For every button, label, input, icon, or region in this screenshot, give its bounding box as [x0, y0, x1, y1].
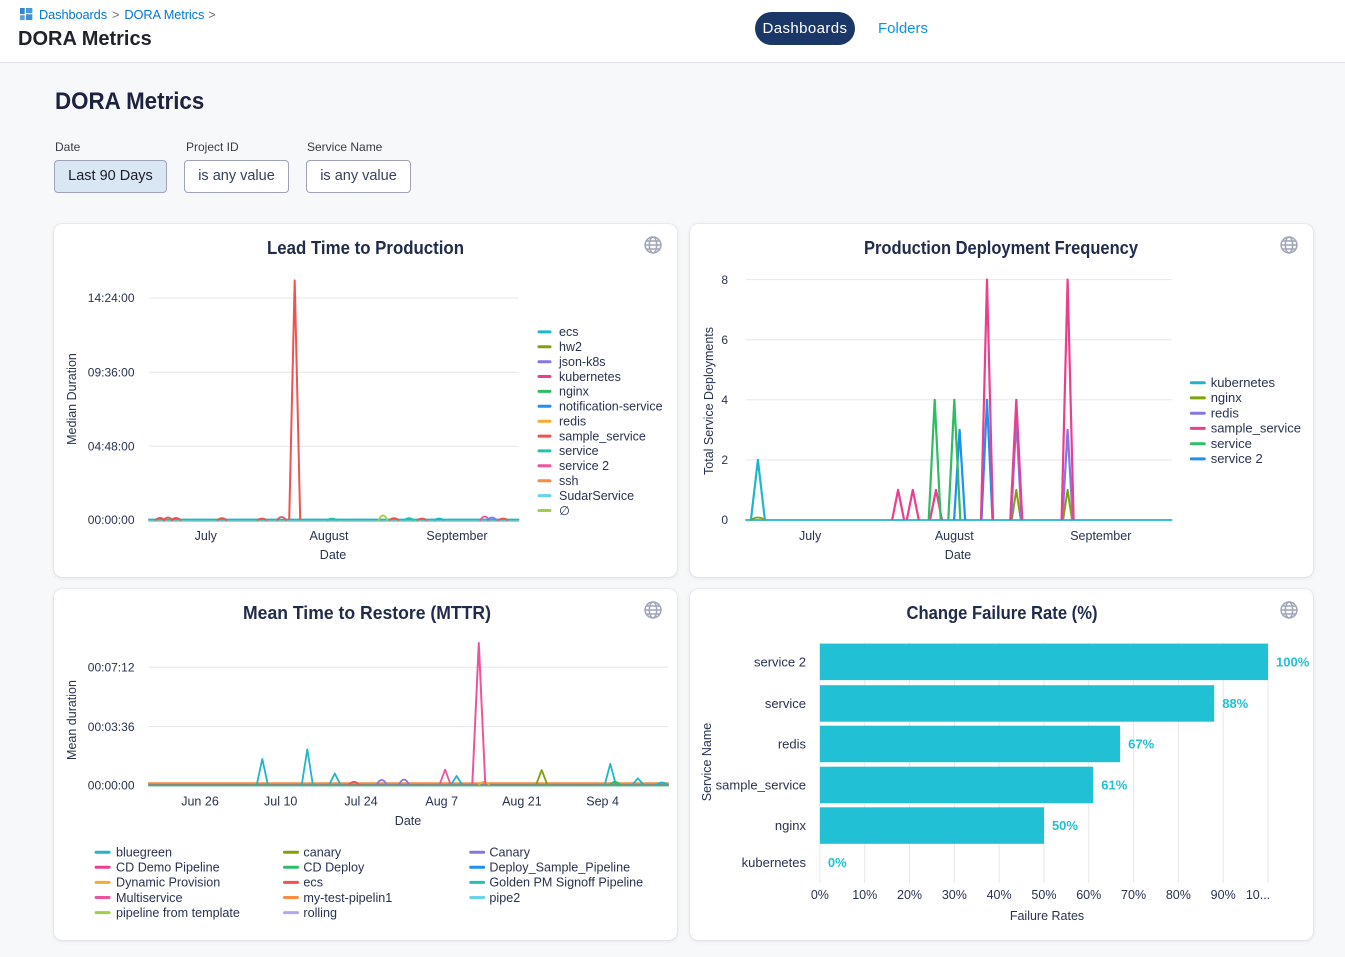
svg-text:hw2: hw2 [559, 340, 582, 354]
svg-text:kubernetes: kubernetes [742, 855, 807, 870]
svg-text:Service Name: Service Name [700, 723, 714, 802]
svg-text:Multiservice: Multiservice [116, 891, 182, 905]
svg-text:my-test-pipelin1: my-test-pipelin1 [303, 891, 392, 905]
svg-text:8: 8 [721, 273, 728, 287]
svg-text:2: 2 [721, 453, 728, 467]
svg-text:nginx: nginx [775, 818, 807, 833]
svg-text:20%: 20% [897, 888, 922, 902]
svg-text:service: service [765, 696, 806, 711]
svg-text:50%: 50% [1031, 888, 1056, 902]
svg-text:kubernetes: kubernetes [1211, 375, 1276, 390]
svg-text:sample_service: sample_service [1211, 421, 1301, 436]
svg-text:notification-service: notification-service [559, 400, 663, 414]
svg-text:service 2: service 2 [754, 654, 806, 669]
svg-text:json-k8s: json-k8s [558, 355, 606, 369]
svg-text:Change Failure Rate (%): Change Failure Rate (%) [907, 603, 1098, 623]
svg-text:September: September [426, 529, 487, 543]
svg-text:Jul 10: Jul 10 [264, 795, 297, 809]
svg-text:67%: 67% [1128, 736, 1154, 751]
svg-text:Mean Time to Restore (MTTR): Mean Time to Restore (MTTR) [243, 603, 491, 623]
svg-text:July: July [799, 529, 822, 543]
svg-text:Lead Time to Production: Lead Time to Production [267, 238, 464, 258]
svg-text:Date: Date [395, 814, 421, 828]
svg-text:90%: 90% [1211, 888, 1236, 902]
svg-text:00:07:12: 00:07:12 [88, 660, 135, 674]
svg-text:00:00:00: 00:00:00 [88, 779, 135, 793]
svg-text:0%: 0% [811, 888, 829, 902]
svg-text:00:03:36: 00:03:36 [88, 720, 135, 734]
svg-text:∅: ∅ [559, 504, 570, 518]
svg-text:service 2: service 2 [1211, 451, 1263, 466]
svg-text:ecs: ecs [303, 876, 323, 890]
svg-text:30%: 30% [942, 888, 967, 902]
svg-text:0: 0 [721, 513, 728, 527]
svg-text:nginx: nginx [559, 385, 590, 399]
svg-text:Jun 26: Jun 26 [181, 795, 219, 809]
svg-text:09:36:00: 09:36:00 [88, 366, 135, 380]
svg-text:Golden PM Signoff Pipeline: Golden PM Signoff Pipeline [489, 876, 643, 890]
svg-text:14:24:00: 14:24:00 [88, 291, 135, 305]
svg-text:pipeline from template: pipeline from template [116, 906, 240, 920]
svg-text:Sep 4: Sep 4 [586, 795, 619, 809]
svg-text:SudarService: SudarService [559, 489, 634, 503]
svg-text:redis: redis [778, 736, 807, 751]
svg-text:Canary: Canary [489, 846, 530, 860]
svg-text:service: service [1211, 436, 1252, 451]
svg-text:July: July [195, 529, 218, 543]
svg-text:Production Deployment Frequenc: Production Deployment Frequency [864, 238, 1138, 258]
svg-text:sample_service: sample_service [716, 777, 806, 792]
svg-text:04:48:00: 04:48:00 [88, 439, 135, 453]
svg-text:kubernetes: kubernetes [559, 370, 621, 384]
svg-text:Total Service Deployments: Total Service Deployments [702, 327, 716, 475]
svg-text:61%: 61% [1101, 777, 1127, 792]
svg-text:Median Duration: Median Duration [65, 353, 79, 445]
svg-text:70%: 70% [1121, 888, 1146, 902]
svg-text:Deploy_Sample_Pipeline: Deploy_Sample_Pipeline [489, 861, 630, 875]
svg-text:August: August [935, 529, 974, 543]
svg-text:50%: 50% [1052, 818, 1078, 833]
svg-text:100%: 100% [1276, 654, 1310, 669]
svg-text:pipe2: pipe2 [489, 891, 520, 905]
svg-text:Date: Date [320, 548, 346, 562]
svg-text:80%: 80% [1166, 888, 1191, 902]
svg-text:ecs: ecs [559, 325, 578, 339]
svg-text:40%: 40% [987, 888, 1012, 902]
svg-text:service 2: service 2 [559, 459, 609, 473]
svg-text:0%: 0% [828, 855, 847, 870]
svg-text:sample_service: sample_service [559, 429, 646, 443]
svg-text:CD Demo Pipeline: CD Demo Pipeline [116, 861, 220, 875]
svg-text:10...: 10... [1246, 888, 1270, 902]
svg-text:bluegreen: bluegreen [116, 846, 172, 860]
svg-text:redis: redis [1211, 405, 1240, 420]
svg-text:60%: 60% [1076, 888, 1101, 902]
svg-text:ssh: ssh [559, 474, 579, 488]
svg-text:nginx: nginx [1211, 390, 1243, 405]
svg-text:Aug 7: Aug 7 [425, 795, 458, 809]
svg-text:10%: 10% [852, 888, 877, 902]
svg-text:00:00:00: 00:00:00 [88, 513, 135, 527]
svg-text:Dynamic Provision: Dynamic Provision [116, 876, 220, 890]
svg-text:Mean duration: Mean duration [65, 680, 79, 760]
svg-text:service: service [559, 444, 599, 458]
svg-text:August: August [310, 529, 349, 543]
svg-text:rolling: rolling [303, 906, 337, 920]
svg-text:September: September [1070, 529, 1131, 543]
svg-text:6: 6 [721, 333, 728, 347]
svg-text:canary: canary [303, 846, 342, 860]
svg-text:Aug 21: Aug 21 [502, 795, 542, 809]
svg-text:redis: redis [559, 414, 586, 428]
svg-text:Jul 24: Jul 24 [344, 795, 377, 809]
svg-text:Failure Rates: Failure Rates [1010, 909, 1084, 923]
svg-text:88%: 88% [1222, 696, 1248, 711]
svg-text:CD Deploy: CD Deploy [303, 861, 365, 875]
svg-text:4: 4 [721, 393, 728, 407]
svg-text:Date: Date [945, 548, 971, 562]
